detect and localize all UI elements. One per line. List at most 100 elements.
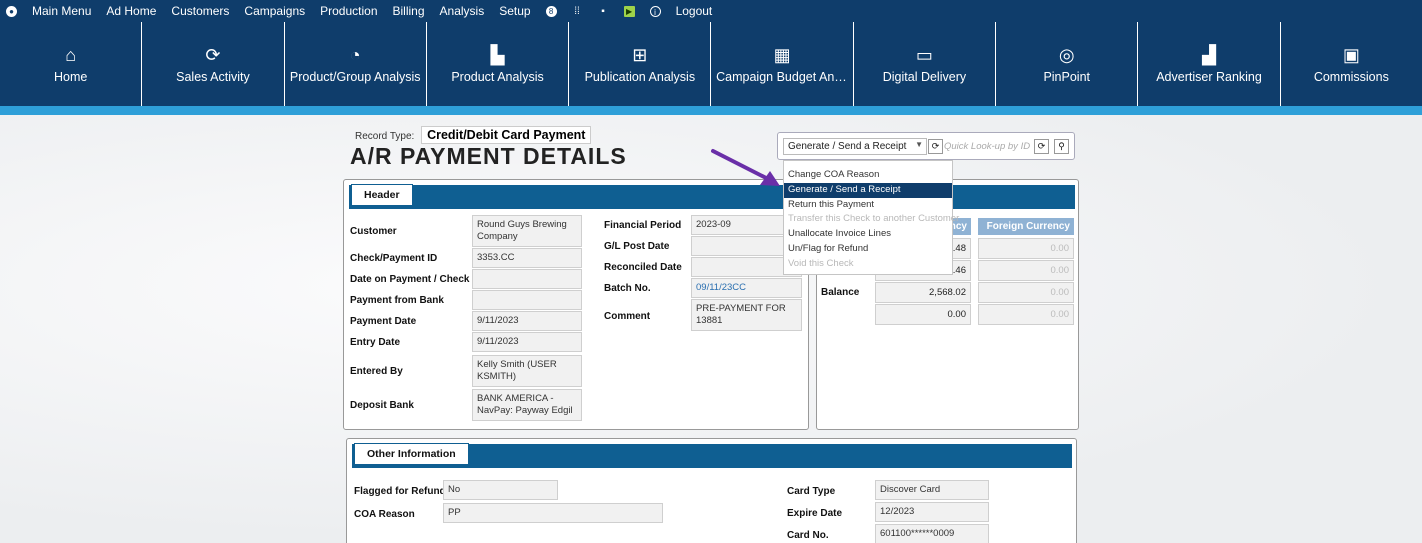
foreign-currency-header: Foreign Currency <box>978 218 1074 235</box>
home-icon: ⌂ <box>65 45 77 65</box>
option-un-flag-refund[interactable]: Un/Flag for Refund <box>784 242 952 257</box>
search-icon[interactable]: ⚲ <box>1054 139 1069 154</box>
menu-billing[interactable]: Billing <box>393 4 425 18</box>
chevron-down-icon: ▼ <box>915 140 923 149</box>
date-on-payment-field <box>472 269 582 289</box>
label-financial-period: Financial Period <box>604 220 682 231</box>
coa-reason-field: PP <box>443 503 663 523</box>
label-check-payment-id: Check/Payment ID <box>350 253 438 264</box>
label-date-on-payment: Date on Payment / Check <box>350 274 470 285</box>
label-deposit-bank: Deposit Bank <box>350 400 414 411</box>
label-payment-from-bank: Payment from Bank <box>350 295 444 306</box>
nav-product-analysis[interactable]: ▙ Product Analysis <box>427 22 570 106</box>
record-type-label: Record Type: <box>355 131 415 142</box>
nav-commissions[interactable]: ▣ Commissions <box>1281 22 1422 106</box>
deposit-bank-field: BANK AMERICA - NavPay: Payway Edgil <box>472 389 582 421</box>
nav-pinpoint[interactable]: ◎ PinPoint <box>996 22 1139 106</box>
label-card-no: Card No. <box>787 530 829 541</box>
menu-main-menu[interactable]: Main Menu <box>32 4 91 18</box>
action-dropdown: Change COA Reason Generate / Send a Rece… <box>783 160 960 275</box>
info-icon[interactable]: i <box>649 5 661 17</box>
notification-badge[interactable]: 8 <box>545 5 557 17</box>
expire-date-field: 12/2023 <box>875 502 989 522</box>
entry-date-field: 9/11/2023 <box>472 332 582 352</box>
nav-advertiser-ranking[interactable]: ▟ Advertiser Ranking <box>1138 22 1281 106</box>
payment-date-field: 9/11/2023 <box>472 311 582 331</box>
podium-icon: ▟ <box>1202 45 1216 65</box>
amount-foreign-0: 0.00 <box>978 238 1074 259</box>
amount-foreign-3: 0.00 <box>978 304 1074 325</box>
action-lookup-box: Generate / Send a Receipt ▼ ⟳ Quick Look… <box>777 132 1075 160</box>
action-go-button[interactable]: ⟳ <box>928 139 943 154</box>
payment-from-bank-field <box>472 290 582 310</box>
logout-link[interactable]: Logout <box>676 4 713 18</box>
nav-sales-activity[interactable]: ⟳ Sales Activity <box>142 22 285 106</box>
customer-field: Round Guys Brewing Company <box>472 215 582 247</box>
nav-home[interactable]: ⌂ Home <box>0 22 143 106</box>
header-panel: Header Customer Round Guys Brewing Compa… <box>343 179 809 430</box>
nav-campaign-budget-analysis[interactable]: ▦ Campaign Budget Anal... <box>711 22 854 106</box>
batch-no-link[interactable]: 09/11/23CC <box>691 278 802 298</box>
record-type: Record Type: Credit/Debit Card Payment <box>355 126 592 144</box>
label-gl-post-date: G/L Post Date <box>604 241 670 252</box>
top-menu-bar: ● Main Menu Ad Home Customers Campaigns … <box>0 0 1422 22</box>
amount-home-3: 0.00 <box>875 304 971 325</box>
check-payment-id-field: 3353.CC <box>472 248 582 268</box>
refresh-chart-icon: ⟳ <box>205 45 221 65</box>
nav-product-group-analysis[interactable]: ◔ Product/Group Analysis <box>285 22 427 106</box>
label-balance: Balance <box>821 287 860 298</box>
other-info-panel: Other Information Flagged for Refund No … <box>346 438 1077 543</box>
option-unallocate-invoice-lines[interactable]: Unallocate Invoice Lines <box>784 227 952 242</box>
book-icon: ⊞ <box>632 45 648 65</box>
menu-customers[interactable]: Customers <box>171 4 229 18</box>
main-nav: ⌂ Home ⟳ Sales Activity ◔ Product/Group Ana… <box>0 22 1422 106</box>
comment-field: PRE-PAYMENT FOR 13881 <box>691 299 802 331</box>
label-card-type: Card Type <box>787 486 836 497</box>
option-void-check: Void this Check <box>788 257 854 269</box>
monitor-icon: ▭ <box>915 45 933 65</box>
grid-icon[interactable]: ⁞⁞ <box>572 6 583 17</box>
card-type-field: Discover Card <box>875 480 989 500</box>
label-entry-date: Entry Date <box>350 337 401 348</box>
menu-ad-home[interactable]: Ad Home <box>106 4 156 18</box>
amount-foreign-allocated: 0.00 <box>978 260 1074 281</box>
chat-icon[interactable]: ▪ <box>598 6 609 17</box>
label-entered-by: Entered By <box>350 366 403 377</box>
label-payment-date: Payment Date <box>350 316 417 327</box>
option-change-coa-reason[interactable]: Change COA Reason <box>784 168 952 183</box>
label-reconciled-date: Reconciled Date <box>604 262 682 273</box>
tab-other-information[interactable]: Other Information <box>354 443 469 464</box>
user-icon[interactable]: ● <box>6 5 17 17</box>
accent-stripe <box>0 106 1422 115</box>
menu-production[interactable]: Production <box>320 4 377 18</box>
lookup-refresh-button[interactable]: ⟳ <box>1034 139 1049 154</box>
record-type-value: Credit/Debit Card Payment <box>421 126 592 144</box>
label-comment: Comment <box>604 311 651 322</box>
menu-analysis[interactable]: Analysis <box>440 4 485 18</box>
amount-home-balance: 2,568.02 <box>875 282 971 303</box>
gauge-icon: ◔ <box>349 45 361 65</box>
menu-campaigns[interactable]: Campaigns <box>244 4 305 18</box>
action-select[interactable]: Generate / Send a Receipt ▼ <box>783 138 927 155</box>
nav-digital-delivery[interactable]: ▭ Digital Delivery <box>854 22 997 106</box>
option-transfer-check: Transfer this Check to another Customer <box>788 213 960 225</box>
target-icon: ◎ <box>1058 45 1075 65</box>
label-customer: Customer <box>350 226 397 237</box>
cash-icon: ▣ <box>1342 45 1360 65</box>
video-icon[interactable]: ▶ <box>623 5 635 17</box>
tab-header[interactable]: Header <box>351 184 413 205</box>
bar-chart-icon: ▙ <box>490 45 505 65</box>
amount-foreign-balance: 0.00 <box>978 282 1074 303</box>
menu-setup[interactable]: Setup <box>499 4 530 18</box>
nav-publication-analysis[interactable]: ⊞ Publication Analysis <box>569 22 712 106</box>
annotation-arrow <box>711 149 780 186</box>
page-title: A/R PAYMENT DETAILS <box>350 143 627 169</box>
label-expire-date: Expire Date <box>787 508 843 519</box>
lookup-input[interactable]: Quick Look-up by ID <box>944 141 1030 152</box>
label-flagged-for-refund: Flagged for Refund <box>354 486 446 497</box>
option-return-payment[interactable]: Return this Payment <box>784 198 952 213</box>
card-no-field: 601100******0009 <box>875 524 989 543</box>
flagged-for-refund-field: No <box>443 480 558 500</box>
option-generate-send-receipt[interactable]: Generate / Send a Receipt <box>784 182 952 198</box>
label-batch-no: Batch No. <box>604 283 651 294</box>
